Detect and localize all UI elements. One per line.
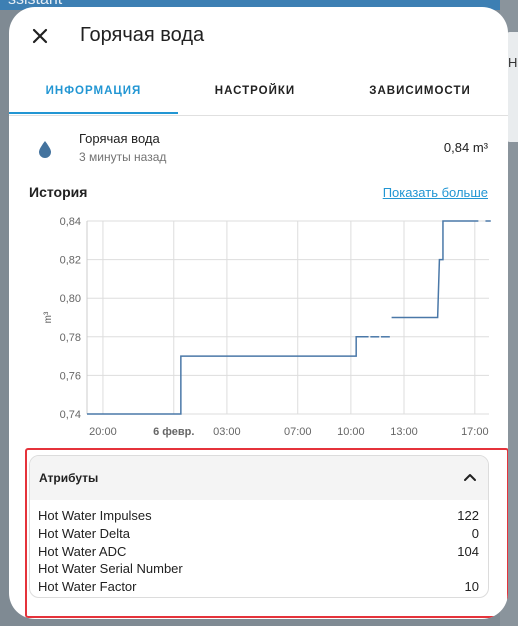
y-tick-label: 0,78 [60,332,81,344]
more-info-dialog: Горячая вода ИНФОРМАЦИЯ НАСТРОЙКИ ЗАВИСИ… [9,7,508,619]
x-tick-label: 03:00 [213,426,241,438]
attribute-row: Hot Water Delta 0 [30,525,488,543]
attributes-panel: Атрибуты Hot Water Impulses 122 Hot Water … [29,455,489,598]
attribute-value: 104 [457,543,479,559]
attribute-value: 122 [457,508,479,523]
attribute-key: Hot Water Serial Number [38,561,183,577]
x-tick-label: 17:00 [461,426,489,438]
background-letter: H [508,55,518,70]
dialog-title: Горячая вода [80,24,205,46]
attributes-list: Hot Water Impulses 122 Hot Water Delta 0 Hot… [30,500,488,596]
attribute-row: Hot Water Serial Number [30,560,488,578]
y-axis-label: m³ [43,311,54,323]
entity-row: Горячая вода 3 минуты назад 0,84 m³ [9,125,508,171]
y-tick-label: 0,80 [60,293,81,305]
attributes-header[interactable]: Атрибуты [30,456,488,500]
close-button[interactable] [27,23,53,49]
x-tick-label: 07:00 [284,426,312,438]
y-tick-label: 0,74 [60,409,81,421]
entity-last-changed: 3 минуты назад [79,150,167,164]
attribute-key: Hot Water Impulses [38,508,152,523]
x-tick-label: 10:00 [337,426,365,438]
y-tick-label: 0,82 [60,255,81,267]
x-tick-label: 20:00 [89,426,117,438]
attributes-title: Атрибуты [39,471,99,485]
attribute-value: 0 [471,525,479,541]
attribute-row: Hot Water Factor 10 [30,578,488,596]
history-chart[interactable]: 0,84 0,82 0,80 0,78 0,76 0,74 20:00 6 февр. 03:0… [29,207,499,445]
attribute-row: Hot Water Impulses 122 [30,507,488,525]
entity-name: Горячая вода [79,131,160,146]
water-drop-icon [39,141,51,158]
attribute-key: Hot Water ADC [38,543,127,559]
active-tab-indicator [9,112,178,114]
attribute-row: Hot Water ADC 104 [30,543,488,561]
show-more-link[interactable]: Показать больше [383,185,488,200]
y-tick-label: 0,84 [60,216,81,228]
tab-settings[interactable]: НАСТРОЙКИ [178,69,332,113]
chevron-up-icon [464,474,476,481]
x-tick-label: 6 февр. [153,426,194,438]
x-tick-label: 13:00 [390,426,418,438]
attribute-key: Hot Water Factor [38,579,137,595]
tab-info[interactable]: ИНФОРМАЦИЯ [9,69,178,113]
y-tick-label: 0,76 [60,370,81,382]
attribute-key: Hot Water Delta [38,525,130,541]
tab-related[interactable]: ЗАВИСИМОСТИ [332,69,508,113]
history-title: История [29,184,88,200]
attribute-value: 10 [464,579,479,595]
series-line [391,220,479,319]
tab-bar: ИНФОРМАЦИЯ НАСТРОЙКИ ЗАВИСИМОСТИ [9,69,508,116]
entity-state: 0,84 m³ [443,140,488,155]
close-icon [32,28,48,44]
